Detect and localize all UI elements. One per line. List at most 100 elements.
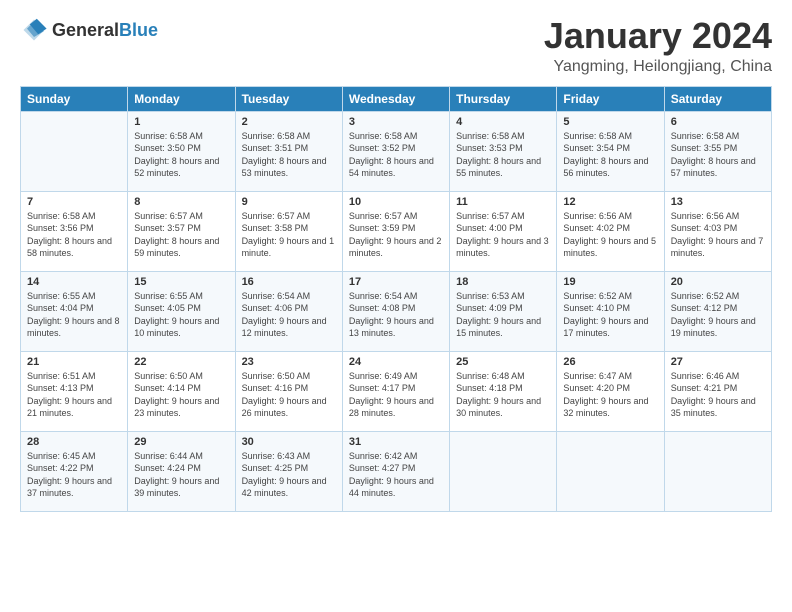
day-number: 17 — [349, 276, 443, 288]
cell-w4-d2: 22 Sunrise: 6:50 AMSunset: 4:14 PMDayligh… — [128, 351, 235, 431]
day-info: Sunrise: 6:43 AMSunset: 4:25 PMDaylight:… — [242, 450, 336, 500]
day-number: 16 — [242, 276, 336, 288]
cell-w5-d1: 28 Sunrise: 6:45 AMSunset: 4:22 PMDayligh… — [21, 431, 128, 511]
day-info: Sunrise: 6:56 AMSunset: 4:02 PMDaylight:… — [563, 210, 657, 260]
day-number: 19 — [563, 276, 657, 288]
cell-w2-d6: 12 Sunrise: 6:56 AMSunset: 4:02 PMDayligh… — [557, 191, 664, 271]
week-row-4: 21 Sunrise: 6:51 AMSunset: 4:13 PMDayligh… — [21, 351, 772, 431]
day-info: Sunrise: 6:50 AMSunset: 4:14 PMDaylight:… — [134, 370, 228, 420]
cell-w4-d1: 21 Sunrise: 6:51 AMSunset: 4:13 PMDayligh… — [21, 351, 128, 431]
day-info: Sunrise: 6:49 AMSunset: 4:17 PMDaylight:… — [349, 370, 443, 420]
cell-w5-d6 — [557, 431, 664, 511]
day-number: 23 — [242, 356, 336, 368]
cell-w2-d1: 7 Sunrise: 6:58 AMSunset: 3:56 PMDaylight… — [21, 191, 128, 271]
day-number: 2 — [242, 116, 336, 128]
header-row: Sunday Monday Tuesday Wednesday Thursday… — [21, 86, 772, 111]
cell-w1-d7: 6Sunrise: 6:58 AMSunset: 3:55 PMDaylight… — [664, 111, 771, 191]
col-saturday: Saturday — [664, 86, 771, 111]
day-number: 1 — [134, 116, 228, 128]
day-info: Sunrise: 6:51 AMSunset: 4:13 PMDaylight:… — [27, 370, 121, 420]
cell-w2-d2: 8Sunrise: 6:57 AMSunset: 3:57 PMDaylight… — [128, 191, 235, 271]
col-monday: Monday — [128, 86, 235, 111]
cell-w3-d6: 19 Sunrise: 6:52 AMSunset: 4:10 PMDayligh… — [557, 271, 664, 351]
day-number: 25 — [456, 356, 550, 368]
cell-w5-d7 — [664, 431, 771, 511]
day-number: 5 — [563, 116, 657, 128]
cell-w4-d4: 24 Sunrise: 6:49 AMSunset: 4:17 PMDayligh… — [342, 351, 449, 431]
day-number: 13 — [671, 196, 765, 208]
day-info: Sunrise: 6:55 AMSunset: 4:05 PMDaylight:… — [134, 290, 228, 340]
day-number: 31 — [349, 436, 443, 448]
logo: GeneralBlue — [20, 16, 158, 44]
day-number: 3 — [349, 116, 443, 128]
week-row-5: 28 Sunrise: 6:45 AMSunset: 4:22 PMDayligh… — [21, 431, 772, 511]
day-number: 14 — [27, 276, 121, 288]
day-number: 22 — [134, 356, 228, 368]
day-number: 28 — [27, 436, 121, 448]
page-container: GeneralBlue January 2024 Yangming, Heilo… — [0, 0, 792, 522]
day-info: Sunrise: 6:48 AMSunset: 4:18 PMDaylight:… — [456, 370, 550, 420]
week-row-3: 14 Sunrise: 6:55 AMSunset: 4:04 PMDayligh… — [21, 271, 772, 351]
col-thursday: Thursday — [450, 86, 557, 111]
cell-w2-d3: 9Sunrise: 6:57 AMSunset: 3:58 PMDaylight… — [235, 191, 342, 271]
day-info: Sunrise: 6:58 AMSunset: 3:50 PMDaylight:… — [134, 130, 228, 180]
cell-w1-d6: 5 Sunrise: 6:58 AMSunset: 3:54 PMDaylight… — [557, 111, 664, 191]
cell-w2-d4: 10Sunrise: 6:57 AMSunset: 3:59 PMDayligh… — [342, 191, 449, 271]
day-number: 4 — [456, 116, 550, 128]
logo-general: General — [52, 20, 119, 40]
day-number: 21 — [27, 356, 121, 368]
cell-w3-d3: 16Sunrise: 6:54 AMSunset: 4:06 PMDayligh… — [235, 271, 342, 351]
day-info: Sunrise: 6:46 AMSunset: 4:21 PMDaylight:… — [671, 370, 765, 420]
cell-w1-d4: 3 Sunrise: 6:58 AMSunset: 3:52 PMDaylight… — [342, 111, 449, 191]
day-number: 6 — [671, 116, 765, 128]
cell-w1-d5: 4 Sunrise: 6:58 AMSunset: 3:53 PMDaylight… — [450, 111, 557, 191]
col-friday: Friday — [557, 86, 664, 111]
day-info: Sunrise: 6:58 AMSunset: 3:54 PMDaylight:… — [563, 130, 657, 180]
cell-w1-d2: 1 Sunrise: 6:58 AMSunset: 3:50 PMDaylight… — [128, 111, 235, 191]
cell-w2-d5: 11Sunrise: 6:57 AMSunset: 4:00 PMDayligh… — [450, 191, 557, 271]
day-number: 7 — [27, 196, 121, 208]
col-wednesday: Wednesday — [342, 86, 449, 111]
cell-w5-d5 — [450, 431, 557, 511]
cell-w3-d1: 14 Sunrise: 6:55 AMSunset: 4:04 PMDayligh… — [21, 271, 128, 351]
day-number: 11 — [456, 196, 550, 208]
cell-w3-d4: 17 Sunrise: 6:54 AMSunset: 4:08 PMDayligh… — [342, 271, 449, 351]
day-info: Sunrise: 6:47 AMSunset: 4:20 PMDaylight:… — [563, 370, 657, 420]
logo-blue: Blue — [119, 20, 158, 40]
day-number: 18 — [456, 276, 550, 288]
day-number: 20 — [671, 276, 765, 288]
day-info: Sunrise: 6:58 AMSunset: 3:56 PMDaylight:… — [27, 210, 121, 260]
calendar-table: Sunday Monday Tuesday Wednesday Thursday… — [20, 86, 772, 512]
week-row-1: 1 Sunrise: 6:58 AMSunset: 3:50 PMDaylight… — [21, 111, 772, 191]
day-number: 12 — [563, 196, 657, 208]
cell-w4-d5: 25 Sunrise: 6:48 AMSunset: 4:18 PMDayligh… — [450, 351, 557, 431]
day-info: Sunrise: 6:44 AMSunset: 4:24 PMDaylight:… — [134, 450, 228, 500]
day-info: Sunrise: 6:45 AMSunset: 4:22 PMDaylight:… — [27, 450, 121, 500]
day-info: Sunrise: 6:57 AMSunset: 3:58 PMDaylight:… — [242, 210, 336, 260]
day-info: Sunrise: 6:52 AMSunset: 4:12 PMDaylight:… — [671, 290, 765, 340]
day-info: Sunrise: 6:58 AMSunset: 3:52 PMDaylight:… — [349, 130, 443, 180]
cell-w2-d7: 13 Sunrise: 6:56 AMSunset: 4:03 PMDayligh… — [664, 191, 771, 271]
day-number: 26 — [563, 356, 657, 368]
day-info: Sunrise: 6:58 AMSunset: 3:53 PMDaylight:… — [456, 130, 550, 180]
day-info: Sunrise: 6:52 AMSunset: 4:10 PMDaylight:… — [563, 290, 657, 340]
header: GeneralBlue January 2024 Yangming, Heilo… — [20, 16, 772, 76]
week-row-2: 7 Sunrise: 6:58 AMSunset: 3:56 PMDaylight… — [21, 191, 772, 271]
day-number: 27 — [671, 356, 765, 368]
cell-w5-d3: 30Sunrise: 6:43 AMSunset: 4:25 PMDayligh… — [235, 431, 342, 511]
logo-text: GeneralBlue — [52, 20, 158, 41]
day-number: 15 — [134, 276, 228, 288]
day-info: Sunrise: 6:50 AMSunset: 4:16 PMDaylight:… — [242, 370, 336, 420]
day-info: Sunrise: 6:54 AMSunset: 4:08 PMDaylight:… — [349, 290, 443, 340]
cell-w3-d5: 18Sunrise: 6:53 AMSunset: 4:09 PMDayligh… — [450, 271, 557, 351]
day-info: Sunrise: 6:56 AMSunset: 4:03 PMDaylight:… — [671, 210, 765, 260]
cell-w4-d6: 26 Sunrise: 6:47 AMSunset: 4:20 PMDayligh… — [557, 351, 664, 431]
cell-w3-d2: 15 Sunrise: 6:55 AMSunset: 4:05 PMDayligh… — [128, 271, 235, 351]
day-number: 10 — [349, 196, 443, 208]
cell-w5-d4: 31Sunrise: 6:42 AMSunset: 4:27 PMDayligh… — [342, 431, 449, 511]
day-number: 24 — [349, 356, 443, 368]
logo-icon — [20, 16, 48, 44]
location-title: Yangming, Heilongjiang, China — [544, 58, 772, 76]
cell-w1-d1 — [21, 111, 128, 191]
day-info: Sunrise: 6:55 AMSunset: 4:04 PMDaylight:… — [27, 290, 121, 340]
